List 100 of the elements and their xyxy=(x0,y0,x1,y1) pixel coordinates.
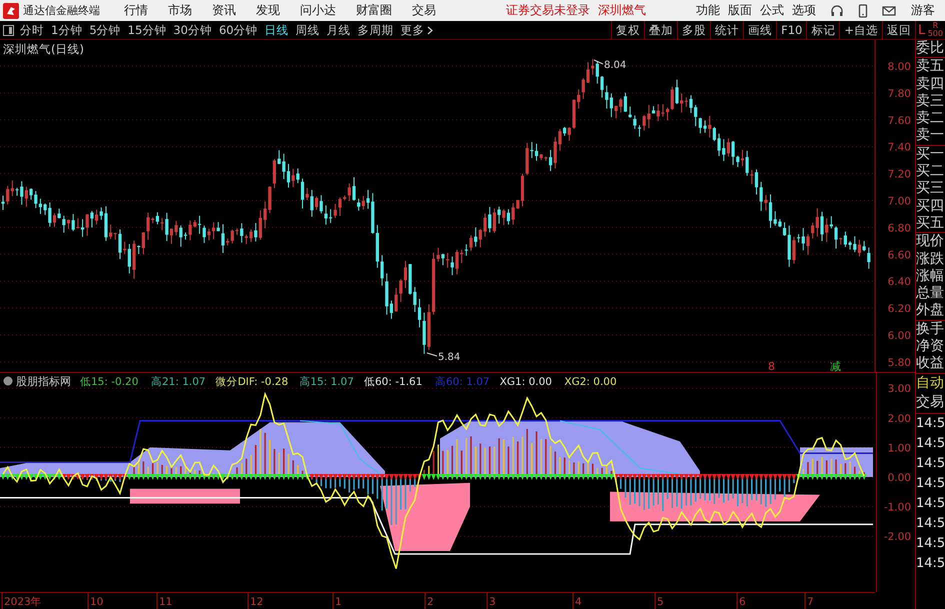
axis-label: 6.60 xyxy=(888,249,911,262)
period-tab[interactable]: 15分钟 xyxy=(128,22,166,38)
axis-label: 7.40 xyxy=(888,142,911,154)
time-label: 11 xyxy=(159,596,172,608)
period-tab[interactable]: 日线 xyxy=(264,22,289,38)
time-entry: 14:5 xyxy=(916,514,945,533)
menu-item[interactable]: 财富圈 xyxy=(356,2,392,19)
quote-label: 卖四 xyxy=(916,76,945,93)
time-label: 2 xyxy=(427,596,434,608)
axis-label: 7.80 xyxy=(888,88,911,100)
time-label: 12 xyxy=(250,596,264,608)
time-entry: 14:5 xyxy=(916,554,945,573)
signal-marker: 减 xyxy=(830,360,841,372)
quote-label: 涨跌 xyxy=(916,250,945,268)
quote-label: 卖二 xyxy=(916,110,945,128)
axis-label: 6.80 xyxy=(888,222,911,234)
time-entry: 14:5 xyxy=(916,414,945,433)
time-label: 1 xyxy=(335,596,342,608)
menu-item[interactable]: 市场 xyxy=(168,2,192,19)
quote-label: 涨幅 xyxy=(916,268,945,286)
time-entry: 14:5 xyxy=(916,474,945,493)
toolbar-button[interactable]: 多股 xyxy=(677,21,710,39)
axis-label: 1.00 xyxy=(888,442,911,454)
period-tab[interactable]: 多周期 xyxy=(358,22,394,38)
quote-label: 外盘 xyxy=(916,302,945,320)
quote-label: 卖三 xyxy=(916,92,945,110)
quote-label: 交易 xyxy=(916,393,945,412)
more-menu[interactable]: 更多 xyxy=(400,22,425,38)
time-label: 2023年 xyxy=(4,596,42,608)
quote-label: 卖五 xyxy=(916,58,945,76)
quote-label: 总量 xyxy=(916,285,945,302)
time-entry: 14:5 xyxy=(916,454,945,473)
indicator-value: 高21: 1.07 xyxy=(151,376,206,388)
toolbar-button[interactable]: 画线 xyxy=(743,21,776,39)
axis-label: 5.80 xyxy=(888,356,911,369)
period-tab[interactable]: 5分钟 xyxy=(89,22,121,38)
quote-label: 收益 xyxy=(916,355,945,373)
time-label: 4 xyxy=(575,596,582,608)
level-label: 500 xyxy=(928,30,943,38)
toolbar-button[interactable]: F10 xyxy=(776,21,806,39)
axis-label: 8.00 xyxy=(888,61,911,73)
signal-marker: 8 xyxy=(768,360,775,372)
menu-item[interactable]: 发现 xyxy=(256,2,280,19)
quote-label: 买二 xyxy=(916,163,945,180)
quote-label: 买三 xyxy=(916,180,945,198)
left-toggle[interactable]: L xyxy=(918,22,926,38)
right-toggle[interactable]: R xyxy=(928,22,943,30)
indicator-value: 微分DIF: -0.28 xyxy=(216,376,288,388)
axis-label: -2.00 xyxy=(884,531,911,544)
menu-item[interactable]: 资讯 xyxy=(212,2,236,19)
time-label: 6 xyxy=(739,596,746,608)
toolbar-button[interactable]: 统计 xyxy=(710,21,744,39)
period-tab[interactable]: 月线 xyxy=(326,22,351,38)
time-entry: 14:5 xyxy=(916,534,945,553)
toolbar-button[interactable]: 叠加 xyxy=(644,21,678,39)
time-label: 5 xyxy=(657,596,664,608)
period-tab[interactable]: 周线 xyxy=(296,22,320,38)
toolbar-button[interactable]: +自选 xyxy=(839,21,882,39)
quote-label: 委比 xyxy=(916,40,945,58)
period-tab[interactable]: 分时 xyxy=(20,22,44,38)
menu-item[interactable]: 功能 xyxy=(696,2,720,19)
quote-label: 现价 xyxy=(916,233,945,251)
time-entry: 14:5 xyxy=(916,434,945,453)
quote-label: 换手 xyxy=(916,320,945,338)
time-label: 3 xyxy=(489,596,496,608)
menu-item[interactable]: 版面 xyxy=(728,2,752,19)
axis-label: 6.20 xyxy=(888,303,911,316)
menu-item[interactable]: 选项 xyxy=(792,2,816,19)
login-notice[interactable]: 证券交易未登录 xyxy=(506,2,590,19)
quote-label: 卖一 xyxy=(916,127,945,145)
high-price-label: 8.04 xyxy=(604,60,626,71)
indicator-name: 股朋指标网 xyxy=(16,375,71,388)
time-label: 7 xyxy=(807,596,814,608)
indicator-value: 低15: -0.20 xyxy=(80,376,138,388)
quote-label: 买四 xyxy=(916,198,945,215)
indicator-value: 低60: -1.61 xyxy=(364,376,422,388)
toolbar-button[interactable]: 标记 xyxy=(806,21,840,39)
app-title: 通达信金融终端 xyxy=(23,3,100,18)
indicator-value: 高15: 1.07 xyxy=(299,376,354,388)
toolbar-button[interactable]: 复权 xyxy=(611,21,644,39)
time-entry: 14:5 xyxy=(916,494,945,513)
low-price-label: 5.84 xyxy=(438,352,460,363)
axis-label: 7.60 xyxy=(888,114,911,127)
menu-item[interactable]: 问小达 xyxy=(300,2,336,19)
indicator-value: 高60: 1.07 xyxy=(435,376,490,388)
toolbar-button[interactable]: 返回 xyxy=(882,21,915,39)
period-tab[interactable]: 1分钟 xyxy=(51,22,82,38)
period-tab[interactable]: 30分钟 xyxy=(173,22,212,38)
axis-label: 2.00 xyxy=(888,412,911,425)
axis-label: 6.00 xyxy=(888,330,911,342)
quote-label: 自动 xyxy=(916,374,945,393)
period-tab[interactable]: 60分钟 xyxy=(218,22,258,38)
time-label: 10 xyxy=(90,596,104,608)
menu-item[interactable]: 交易 xyxy=(412,2,436,19)
axis-label: 7.00 xyxy=(888,196,911,208)
axis-label: 0.00 xyxy=(888,472,911,484)
quote-label: 净资 xyxy=(916,338,945,356)
menu-item[interactable]: 公式 xyxy=(760,2,784,19)
menu-item[interactable]: 行情 xyxy=(124,2,148,19)
user-name[interactable]: 游客 xyxy=(911,2,935,19)
